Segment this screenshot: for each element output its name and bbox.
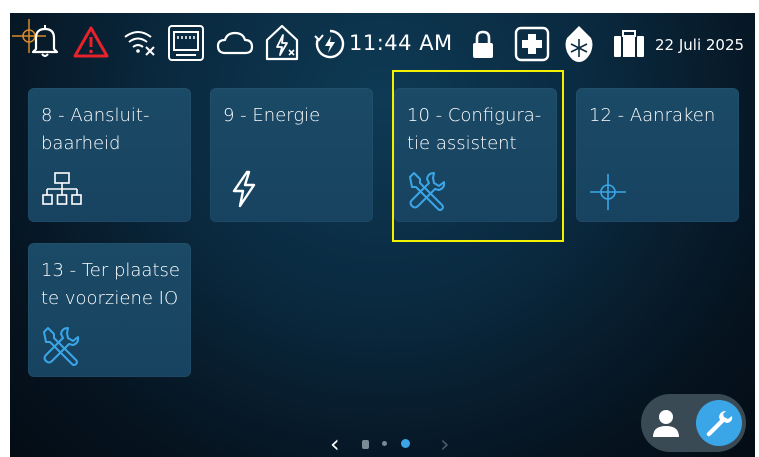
status-bar: 11:44 AM 22 Juli 2025 (10, 13, 755, 73)
tile-aansluitbaarheid[interactable]: 8 - Aansluit- baarheid (28, 88, 191, 222)
page-dot-2[interactable] (382, 441, 387, 446)
wrench-icon (706, 411, 733, 437)
bell-icon[interactable] (30, 23, 60, 59)
touch-screen: 11:44 AM 22 Juli 2025 8 - Aansluit- baar… (10, 13, 755, 457)
network-port-icon[interactable] (167, 24, 205, 62)
tile-label: 10 - Configura- tie assistent (407, 105, 542, 154)
tile-ter-plaatse-io[interactable]: 13 - Ter plaatse te voorziene IO (28, 243, 191, 377)
date-label: 22 Juli 2025 (655, 36, 745, 54)
luggage-icon[interactable] (613, 30, 645, 58)
home-energy-icon[interactable] (263, 22, 301, 62)
wifi-off-icon[interactable] (123, 27, 157, 57)
tile-label: 8 - Aansluit- baarheid (41, 105, 150, 154)
tools-icon (409, 172, 446, 211)
tile-aanraken[interactable]: 12 - Aanraken (576, 88, 739, 222)
warning-icon[interactable] (73, 25, 109, 59)
tile-label: 13 - Ter plaatse te voorziene IO (41, 260, 180, 309)
next-page-button[interactable]: › (440, 430, 450, 457)
crosshair-target-icon (590, 174, 626, 210)
medical-cross-icon[interactable] (514, 26, 550, 62)
network-icon (42, 172, 82, 205)
tile-label: 12 - Aanraken (589, 105, 716, 126)
user-icon[interactable] (651, 408, 681, 438)
cloud-icon[interactable] (216, 30, 254, 56)
tile-energie[interactable]: 9 - Energie (210, 88, 373, 222)
power-timer-icon[interactable] (314, 28, 346, 60)
tools-icon (43, 327, 80, 366)
lightning-icon (232, 170, 256, 208)
page-dot-1[interactable] (362, 440, 369, 449)
service-mode-button[interactable] (696, 400, 742, 446)
snow-icon[interactable] (564, 24, 594, 64)
clock: 11:44 AM (349, 31, 453, 55)
previous-page-button[interactable]: ‹ (330, 430, 340, 457)
page-dot-3-active[interactable] (401, 439, 410, 448)
tile-label: 9 - Energie (223, 105, 321, 126)
tile-configuratie-assistent[interactable]: 10 - Configura- tie assistent (394, 88, 557, 222)
lock-icon[interactable] (470, 30, 496, 60)
